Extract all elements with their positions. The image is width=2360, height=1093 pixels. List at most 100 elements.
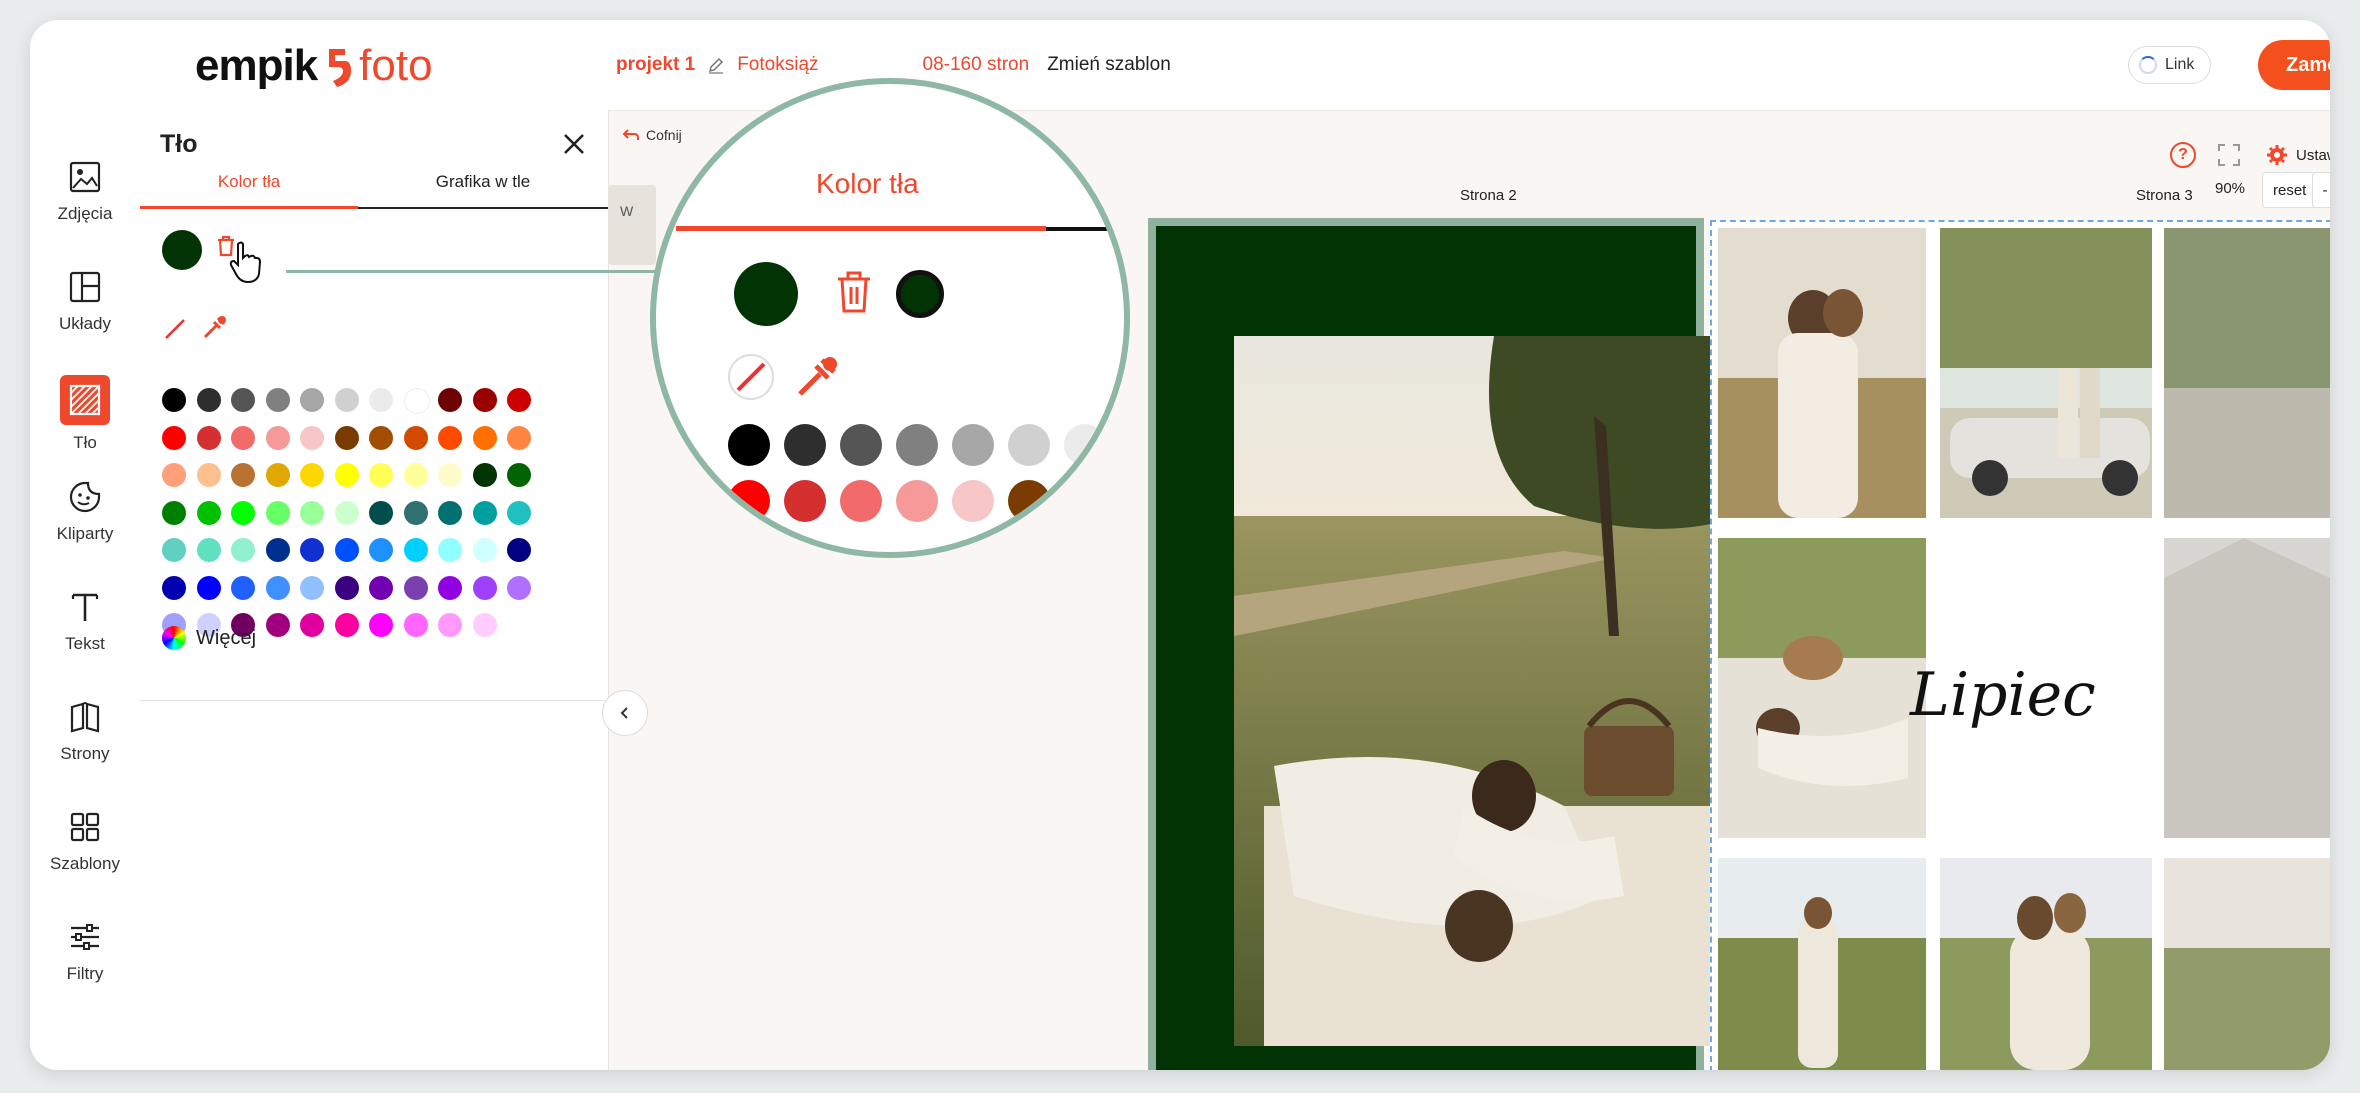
rail-item-layouts[interactable]: Układy (30, 270, 140, 334)
color-swatch[interactable] (265, 388, 290, 412)
link-button[interactable]: Link (2128, 46, 2212, 84)
tab-background-graphic[interactable]: Grafika w tle (358, 172, 608, 202)
change-template-link[interactable]: Zmień szablon (1047, 54, 1171, 76)
picnic-blanket-photo[interactable] (1718, 538, 1926, 838)
couple-car-photo[interactable] (1940, 228, 2152, 518)
color-swatch[interactable] (162, 425, 186, 450)
color-swatch[interactable] (265, 500, 290, 525)
previous-page-button[interactable] (602, 690, 648, 736)
color-swatch[interactable] (403, 463, 428, 487)
color-swatch[interactable] (231, 463, 255, 487)
color-swatch[interactable] (300, 463, 324, 487)
rail-item-background[interactable]: Tło (30, 375, 140, 453)
side-tab[interactable]: W (608, 185, 656, 265)
color-swatch[interactable] (334, 613, 359, 637)
couple-hug-photo[interactable] (1940, 858, 2152, 1070)
rail-item-pages[interactable]: Strony (30, 700, 140, 764)
color-swatch[interactable] (472, 538, 497, 562)
color-swatch[interactable] (369, 613, 393, 637)
color-swatch[interactable] (507, 425, 531, 450)
color-swatch[interactable] (231, 425, 255, 450)
color-swatch[interactable] (438, 463, 462, 487)
tab-background-color[interactable]: Kolor tła (140, 172, 358, 202)
color-swatch[interactable] (438, 500, 462, 525)
color-swatch[interactable] (196, 538, 221, 562)
color-swatch[interactable] (334, 500, 359, 525)
color-swatch[interactable] (403, 425, 428, 450)
color-swatch[interactable] (438, 425, 462, 450)
color-swatch[interactable] (196, 463, 221, 487)
color-swatch[interactable] (334, 538, 359, 562)
color-swatch[interactable] (334, 463, 359, 487)
partial-photo-bottom[interactable] (2164, 858, 2330, 1070)
color-swatch[interactable] (369, 500, 393, 525)
picnic-photo[interactable] (1234, 336, 1740, 1046)
color-swatch[interactable] (472, 575, 497, 600)
color-swatch[interactable] (162, 500, 186, 525)
zoom-out-button[interactable]: - (2312, 172, 2330, 208)
color-swatch[interactable] (196, 388, 221, 412)
color-swatch[interactable] (231, 500, 255, 525)
color-swatch[interactable] (196, 575, 221, 600)
color-swatch[interactable] (300, 500, 324, 525)
color-swatch[interactable] (300, 575, 324, 600)
color-swatch[interactable] (438, 388, 462, 412)
rail-item-filters[interactable]: Filtry (30, 920, 140, 984)
color-swatch[interactable] (300, 388, 324, 412)
color-swatch[interactable] (334, 388, 359, 412)
color-swatch[interactable] (265, 425, 290, 450)
color-swatch[interactable] (334, 425, 359, 450)
pencil-icon[interactable] (707, 56, 725, 74)
color-swatch[interactable] (162, 575, 186, 600)
color-swatch[interactable] (196, 425, 221, 450)
color-swatch[interactable] (472, 463, 497, 487)
color-swatch[interactable] (265, 538, 290, 562)
rail-item-templates[interactable]: Szablony (30, 810, 140, 874)
color-swatch[interactable] (403, 500, 428, 525)
color-swatch[interactable] (472, 425, 497, 450)
order-button[interactable]: Zamów (2258, 40, 2330, 90)
color-swatch[interactable] (369, 388, 393, 412)
reset-zoom-button[interactable]: reset (2262, 172, 2318, 208)
color-swatch[interactable] (472, 500, 497, 525)
color-swatch[interactable] (231, 538, 255, 562)
rail-item-text[interactable]: Tekst (30, 590, 140, 654)
color-swatch[interactable] (507, 575, 531, 600)
couple-field-photo[interactable] (1718, 858, 1926, 1070)
color-swatch[interactable] (438, 575, 462, 600)
no-color-icon[interactable] (162, 316, 188, 342)
color-swatch[interactable] (403, 613, 428, 637)
rail-item-photos[interactable]: Zdjęcia (30, 160, 140, 224)
color-swatch[interactable] (300, 613, 324, 637)
color-swatch[interactable] (369, 575, 393, 600)
color-swatch[interactable] (507, 388, 531, 412)
color-swatch[interactable] (403, 575, 428, 600)
color-swatch[interactable] (438, 538, 462, 562)
partial-photo-middle[interactable] (2164, 538, 2330, 838)
color-swatch[interactable] (162, 388, 186, 412)
color-swatch[interactable] (507, 463, 531, 487)
project-name[interactable]: projekt 1 (616, 54, 695, 76)
fullscreen-icon[interactable] (2216, 142, 2242, 168)
page-3-title-text[interactable]: Lipiec (1910, 660, 2096, 730)
color-swatch[interactable] (507, 500, 531, 525)
color-swatch[interactable] (265, 463, 290, 487)
color-swatch[interactable] (265, 575, 290, 600)
color-swatch[interactable] (334, 575, 359, 600)
close-icon[interactable] (560, 130, 588, 158)
color-swatch[interactable] (162, 538, 186, 562)
color-swatch[interactable] (472, 613, 497, 637)
color-swatch[interactable] (472, 388, 497, 412)
help-icon[interactable]: ? (2170, 142, 2196, 168)
color-swatch[interactable] (231, 388, 255, 412)
color-swatch[interactable] (369, 425, 393, 450)
color-swatch[interactable] (507, 538, 531, 562)
color-swatch[interactable] (438, 613, 462, 637)
empik-foto-logo[interactable]: empik foto (195, 36, 433, 96)
color-swatch[interactable] (369, 463, 393, 487)
color-swatch[interactable] (403, 388, 430, 414)
color-swatch[interactable] (162, 463, 186, 487)
color-swatch[interactable] (231, 575, 255, 600)
color-swatch[interactable] (196, 500, 221, 525)
settings-button[interactable]: Ustawi (2266, 144, 2330, 166)
